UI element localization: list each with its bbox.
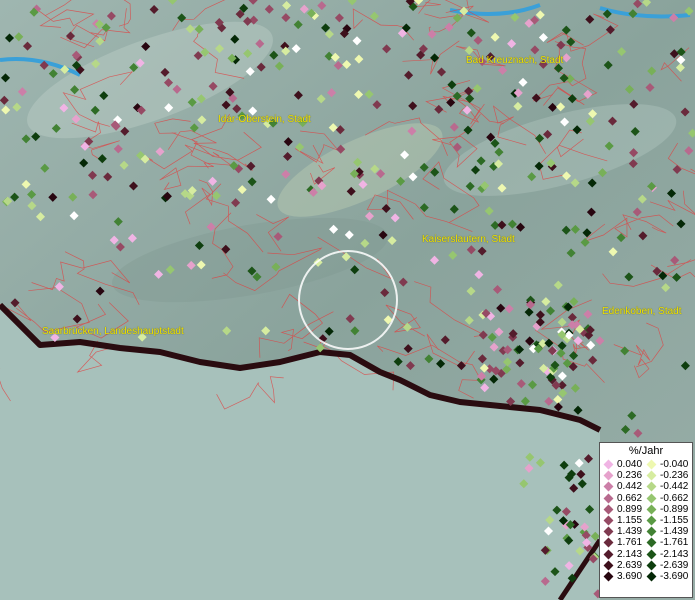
legend-swatch bbox=[646, 560, 657, 571]
legend-value: -0.442 bbox=[660, 481, 689, 493]
legend-row: 0.040 -0.040 bbox=[603, 459, 689, 470]
legend-value: 0.040 bbox=[617, 459, 643, 470]
city-label-saarbruecken: Saarbrücken, Landeshauptstadt bbox=[42, 326, 184, 337]
legend-swatch bbox=[603, 560, 614, 571]
legend-swatch bbox=[646, 482, 657, 492]
legend-entry-negative: -0.442 bbox=[646, 481, 689, 492]
legend-entry-negative: -0.899 bbox=[646, 504, 689, 515]
legend-entry-positive: 0.442 bbox=[603, 481, 646, 492]
city-label-bad-kreuznach: Bad Kreuznach, Stadt bbox=[466, 55, 564, 66]
legend-entry-positive: 0.662 bbox=[603, 493, 646, 504]
legend-swatch bbox=[646, 549, 657, 560]
legend-entry-negative: -1.155 bbox=[646, 515, 689, 526]
legend-swatch bbox=[603, 459, 614, 470]
legend-entry-negative: -1.439 bbox=[646, 526, 689, 537]
legend-swatch bbox=[603, 537, 614, 548]
legend-entry-positive: 0.899 bbox=[603, 504, 646, 515]
legend-row: 0.442 -0.442 bbox=[603, 481, 689, 492]
legend-row: 0.899 -0.899 bbox=[603, 504, 689, 515]
legend-entry-positive: 0.040 bbox=[603, 459, 646, 470]
legend: %/Jahr 0.040 -0.040 0.236 -0.236 0.442 -0.442… bbox=[599, 442, 693, 598]
city-label-idar-oberstein: Idar-Oberstein, Stadt bbox=[218, 114, 311, 125]
legend-value: -2.143 bbox=[660, 548, 689, 560]
city-label-kaiserslautern: Kaiserslautern, Stadt bbox=[422, 234, 515, 245]
legend-swatch bbox=[603, 526, 614, 537]
legend-swatch bbox=[646, 571, 657, 582]
legend-entry-positive: 2.143 bbox=[603, 549, 646, 560]
legend-entry-negative: -3.690 bbox=[646, 571, 689, 582]
legend-entry-negative: -2.639 bbox=[646, 560, 689, 571]
legend-swatch bbox=[603, 470, 614, 481]
legend-row: 3.690 -3.690 bbox=[603, 571, 689, 582]
legend-value: 0.899 bbox=[617, 503, 643, 515]
legend-value: -0.899 bbox=[660, 503, 689, 515]
legend-swatch bbox=[603, 571, 614, 582]
legend-row: 2.143 -2.143 bbox=[603, 549, 689, 560]
legend-entry-positive: 1.439 bbox=[603, 526, 646, 537]
legend-swatch bbox=[603, 482, 614, 492]
legend-value: -1.439 bbox=[660, 526, 689, 538]
legend-entry-positive: 1.155 bbox=[603, 515, 646, 526]
legend-value: -0.236 bbox=[660, 470, 689, 482]
legend-value: 1.439 bbox=[617, 526, 643, 538]
legend-row: 1.761 -1.761 bbox=[603, 537, 689, 548]
legend-value: 0.442 bbox=[617, 481, 643, 493]
selection-circle[interactable] bbox=[298, 250, 398, 350]
legend-value: 1.155 bbox=[617, 514, 643, 526]
legend-entry-positive: 3.690 bbox=[603, 571, 646, 582]
legend-value: 0.236 bbox=[617, 470, 643, 482]
legend-value: 0.662 bbox=[617, 492, 643, 504]
legend-value: -2.639 bbox=[660, 559, 689, 571]
legend-row: 0.662 -0.662 bbox=[603, 493, 689, 504]
legend-swatch bbox=[603, 549, 614, 560]
legend-value: -0.040 bbox=[660, 459, 689, 470]
legend-value: 1.761 bbox=[617, 537, 643, 549]
legend-swatch bbox=[646, 493, 657, 504]
legend-entry-negative: -1.761 bbox=[646, 537, 689, 548]
legend-row: 0.236 -0.236 bbox=[603, 470, 689, 481]
legend-value: 2.143 bbox=[617, 548, 643, 560]
legend-swatch bbox=[646, 470, 657, 481]
legend-rows: 0.040 -0.040 0.236 -0.236 0.442 -0.442 0.662 -0… bbox=[603, 459, 689, 582]
legend-value: -3.690 bbox=[660, 570, 689, 582]
legend-entry-positive: 1.761 bbox=[603, 537, 646, 548]
legend-row: 1.439 -1.439 bbox=[603, 526, 689, 537]
legend-entry-negative: -0.236 bbox=[646, 470, 689, 481]
legend-value: -0.662 bbox=[660, 492, 689, 504]
legend-swatch bbox=[646, 515, 657, 526]
legend-row: 2.639 -2.639 bbox=[603, 560, 689, 571]
legend-title: %/Jahr bbox=[628, 445, 664, 457]
legend-swatch bbox=[603, 493, 614, 504]
legend-entry-negative: -0.662 bbox=[646, 493, 689, 504]
legend-swatch bbox=[603, 504, 614, 515]
legend-entry-positive: 0.236 bbox=[603, 470, 646, 481]
legend-value: 2.639 bbox=[617, 559, 643, 571]
legend-value: 3.690 bbox=[617, 570, 643, 582]
legend-swatch bbox=[603, 515, 614, 526]
legend-entry-negative: -0.040 bbox=[646, 459, 689, 470]
legend-value: -1.761 bbox=[660, 537, 689, 549]
legend-swatch bbox=[646, 526, 657, 537]
legend-row: 1.155 -1.155 bbox=[603, 515, 689, 526]
legend-swatch bbox=[646, 459, 657, 470]
legend-entry-positive: 2.639 bbox=[603, 560, 646, 571]
legend-entry-negative: -2.143 bbox=[646, 549, 689, 560]
legend-value: -1.155 bbox=[660, 514, 689, 526]
legend-swatch bbox=[646, 504, 657, 515]
city-label-edenkoben: Edenkoben, Stadt bbox=[602, 306, 682, 317]
legend-swatch bbox=[646, 537, 657, 548]
